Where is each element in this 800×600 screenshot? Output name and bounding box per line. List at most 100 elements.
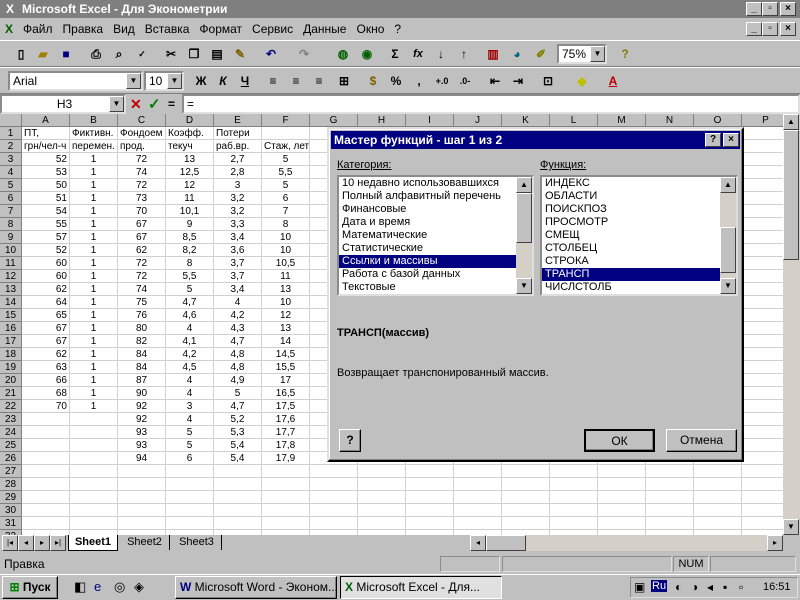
cell[interactable]: 4,8 [214, 361, 262, 374]
cell[interactable]: 10 [262, 296, 310, 309]
cell[interactable] [742, 335, 783, 348]
tab-sheet1[interactable]: Sheet1 [68, 535, 118, 551]
cell[interactable] [214, 491, 262, 504]
cell[interactable]: 90 [118, 387, 166, 400]
column-header[interactable]: N [646, 114, 694, 127]
cell[interactable] [742, 127, 783, 140]
cell[interactable]: 3,2 [214, 192, 262, 205]
cell[interactable]: 70 [22, 400, 70, 413]
cell[interactable] [310, 465, 358, 478]
cell[interactable] [70, 439, 118, 452]
cell[interactable] [70, 491, 118, 504]
font-color-icon[interactable]: A [602, 70, 624, 92]
cell[interactable] [22, 517, 70, 530]
cell[interactable]: 62 [22, 283, 70, 296]
cell[interactable] [406, 504, 454, 517]
row-header[interactable]: 6 [0, 192, 22, 205]
cell[interactable]: 3,6 [214, 244, 262, 257]
tab-sheet2[interactable]: Sheet2 [120, 535, 170, 550]
cell[interactable] [742, 426, 783, 439]
language-indicator[interactable]: Ru [651, 580, 668, 592]
cell[interactable]: 80 [118, 322, 166, 335]
cell[interactable]: 4,1 [166, 335, 214, 348]
cell[interactable]: 4,9 [214, 374, 262, 387]
cell[interactable]: 1 [70, 296, 118, 309]
scroll-up-icon[interactable]: ▲ [516, 177, 532, 193]
save-icon[interactable]: ■ [55, 43, 77, 65]
cell[interactable] [358, 504, 406, 517]
tray-icon[interactable]: ◐ [675, 580, 682, 594]
cell[interactable]: 4 [166, 322, 214, 335]
row-header[interactable]: 7 [0, 205, 22, 218]
italic-button[interactable]: К [212, 70, 234, 92]
cell[interactable] [598, 491, 646, 504]
print-icon[interactable]: ⎙ [85, 43, 107, 65]
cell[interactable]: 55 [22, 218, 70, 231]
column-header[interactable]: G [310, 114, 358, 127]
row-header[interactable]: 17 [0, 335, 22, 348]
cell[interactable] [742, 400, 783, 413]
cell[interactable]: 5 [166, 439, 214, 452]
cell[interactable] [70, 465, 118, 478]
cell[interactable] [262, 491, 310, 504]
cell[interactable]: 66 [22, 374, 70, 387]
column-header[interactable]: C [118, 114, 166, 127]
menu-tools[interactable]: Сервис [247, 22, 298, 36]
cell[interactable]: 13 [262, 283, 310, 296]
cell[interactable]: 1 [70, 322, 118, 335]
cell[interactable] [406, 465, 454, 478]
category-item[interactable]: Математические [339, 229, 517, 242]
cell[interactable]: 1 [70, 153, 118, 166]
cell[interactable]: 12 [262, 309, 310, 322]
next-sheet-icon[interactable]: ▸ [34, 535, 50, 551]
cell[interactable] [406, 478, 454, 491]
cell[interactable]: 17,5 [262, 400, 310, 413]
cell[interactable] [742, 322, 783, 335]
cell[interactable]: 5,3 [214, 426, 262, 439]
cell[interactable] [742, 361, 783, 374]
cell[interactable] [70, 413, 118, 426]
cell[interactable] [742, 270, 783, 283]
edit-formula-button[interactable]: = [168, 97, 175, 111]
category-item[interactable]: Работа с базой данных [339, 268, 517, 281]
cell[interactable] [70, 426, 118, 439]
cell[interactable]: Стаж, лет [262, 140, 310, 153]
row-header[interactable]: 24 [0, 426, 22, 439]
cell[interactable]: 8 [166, 257, 214, 270]
scroll-up-icon[interactable]: ▲ [783, 114, 799, 130]
cell[interactable]: 13 [166, 153, 214, 166]
tab-sheet3[interactable]: Sheet3 [172, 535, 222, 550]
category-item[interactable]: 10 недавно использовавшихся [339, 177, 517, 190]
cell[interactable] [742, 465, 783, 478]
cell[interactable]: 4,7 [166, 296, 214, 309]
chart-wizard-icon[interactable]: ▥ [482, 43, 504, 65]
underline-button[interactable]: Ч [234, 70, 256, 92]
cell[interactable]: 84 [118, 348, 166, 361]
cell[interactable]: 1 [70, 231, 118, 244]
cell[interactable] [598, 517, 646, 530]
tray-icon[interactable]: ▪ [723, 580, 727, 594]
merge-center-icon[interactable]: ⊞ [333, 70, 355, 92]
cell[interactable] [550, 504, 598, 517]
cell[interactable]: 68 [22, 387, 70, 400]
row-header[interactable]: 20 [0, 374, 22, 387]
cell[interactable]: 93 [118, 426, 166, 439]
format-painter-icon[interactable]: ✎ [229, 43, 251, 65]
cell[interactable] [742, 166, 783, 179]
row-header[interactable]: 1 [0, 127, 22, 140]
function-item[interactable]: ПРОСМОТР [542, 216, 722, 229]
hyperlink-icon[interactable]: ◍ [332, 43, 354, 65]
cell[interactable] [310, 491, 358, 504]
increase-indent-icon[interactable]: ⇥ [507, 70, 529, 92]
column-header[interactable]: A [22, 114, 70, 127]
cell[interactable] [262, 504, 310, 517]
channels-icon[interactable]: ◈ [134, 579, 144, 595]
cell[interactable]: 3 [214, 179, 262, 192]
row-header[interactable]: 14 [0, 296, 22, 309]
cell[interactable]: 75 [118, 296, 166, 309]
row-header[interactable]: 11 [0, 257, 22, 270]
cell[interactable] [70, 452, 118, 465]
function-item[interactable]: ИНДЕКС [542, 177, 722, 190]
cell[interactable]: 1 [70, 205, 118, 218]
cell[interactable] [742, 452, 783, 465]
